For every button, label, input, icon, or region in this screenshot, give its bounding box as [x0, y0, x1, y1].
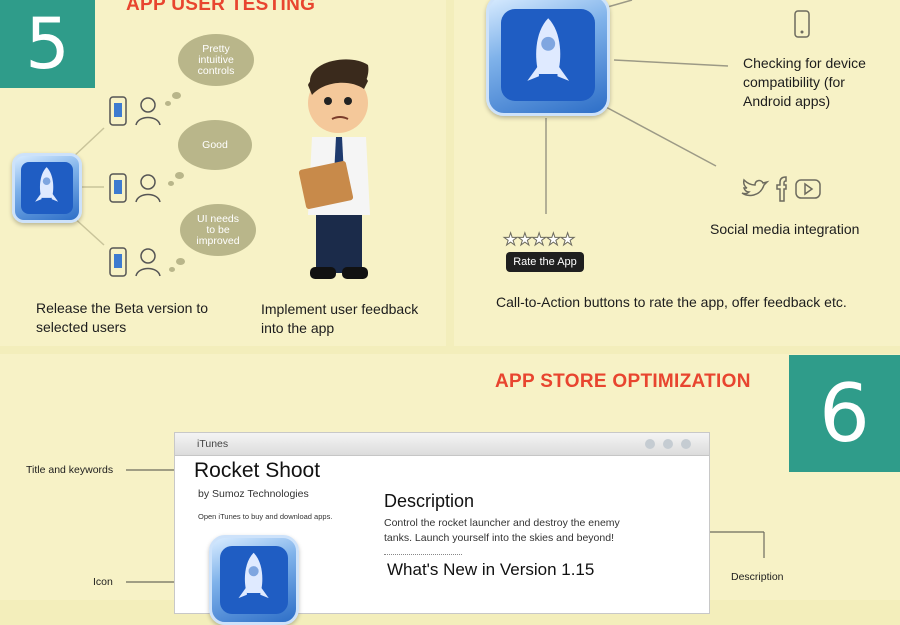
cloud-dot [169, 267, 175, 272]
rate-the-app-button[interactable]: Rate the App [506, 252, 584, 272]
window-control-close[interactable] [681, 439, 691, 449]
itunes-window: iTunes Rocket Shoot by Sumoz Technologie… [174, 432, 710, 625]
feedback-cloud-1: Pretty intuitive controls [178, 34, 254, 86]
icon-callout: Icon [93, 576, 113, 588]
star-icon: ★ [517, 230, 533, 250]
cta-buttons-text: Call-to-Action buttons to rate the app, … [496, 294, 847, 310]
rocket-icon [238, 553, 270, 599]
app-developer: by Sumoz Technologies [198, 488, 309, 500]
itunes-title-bar: iTunes [175, 433, 709, 456]
rocket-icon [527, 17, 569, 81]
cloud-dot [172, 92, 181, 99]
rocket-app-icon-small [12, 153, 82, 223]
description-callout: Description [731, 571, 784, 583]
beta-user-2 [109, 173, 161, 203]
rocket-app-icon-large [486, 0, 610, 116]
star-icon: ★ [545, 230, 561, 250]
section-6-heading: APP STORE OPTIMIZATION [495, 371, 751, 392]
rocket-icon [35, 167, 59, 203]
feedback-cloud-2: Good [178, 120, 252, 170]
description-text: Control the rocket launcher and destroy … [384, 517, 620, 544]
feedback-cloud-3: UI needs to be improved [180, 204, 256, 256]
twitter-icon [741, 178, 770, 197]
whats-new-heading: What's New in Version 1.15 [387, 560, 595, 579]
implement-feedback-caption: Implement user feedback into the app [261, 301, 419, 336]
description-divider [384, 554, 462, 555]
social-icons [740, 175, 824, 203]
open-itunes-note: Open iTunes to buy and download apps. [198, 512, 333, 521]
beta-release-caption: Release the Beta version to selected use… [36, 300, 208, 335]
star-icon: ★ [502, 230, 518, 250]
store-app-icon [209, 535, 299, 625]
device-compatibility-text: Checking for device compatibility (for A… [743, 55, 866, 109]
beta-user-1 [109, 96, 161, 126]
beta-user-3 [109, 247, 161, 277]
description-heading: Description [384, 491, 475, 511]
smartphone-icon [794, 10, 810, 38]
cloud-dot [168, 181, 174, 186]
cloud-dot [165, 101, 171, 106]
star-icon: ★ [559, 230, 575, 250]
window-control-minimize[interactable] [645, 439, 655, 449]
facebook-icon [776, 176, 787, 202]
window-control-maximize[interactable] [663, 439, 673, 449]
window-title: iTunes [197, 438, 229, 450]
cloud-dot [175, 172, 184, 179]
cloud-dot [176, 258, 185, 265]
youtube-icon [795, 179, 821, 199]
title-keywords-callout: Title and keywords [26, 464, 114, 476]
tester-character-illustration [298, 59, 370, 279]
app-title: Rocket Shoot [194, 459, 321, 482]
star-icon: ★ [531, 230, 547, 250]
star-rating: ★★★★★ [502, 230, 575, 250]
social-integration-text: Social media integration [710, 221, 860, 237]
